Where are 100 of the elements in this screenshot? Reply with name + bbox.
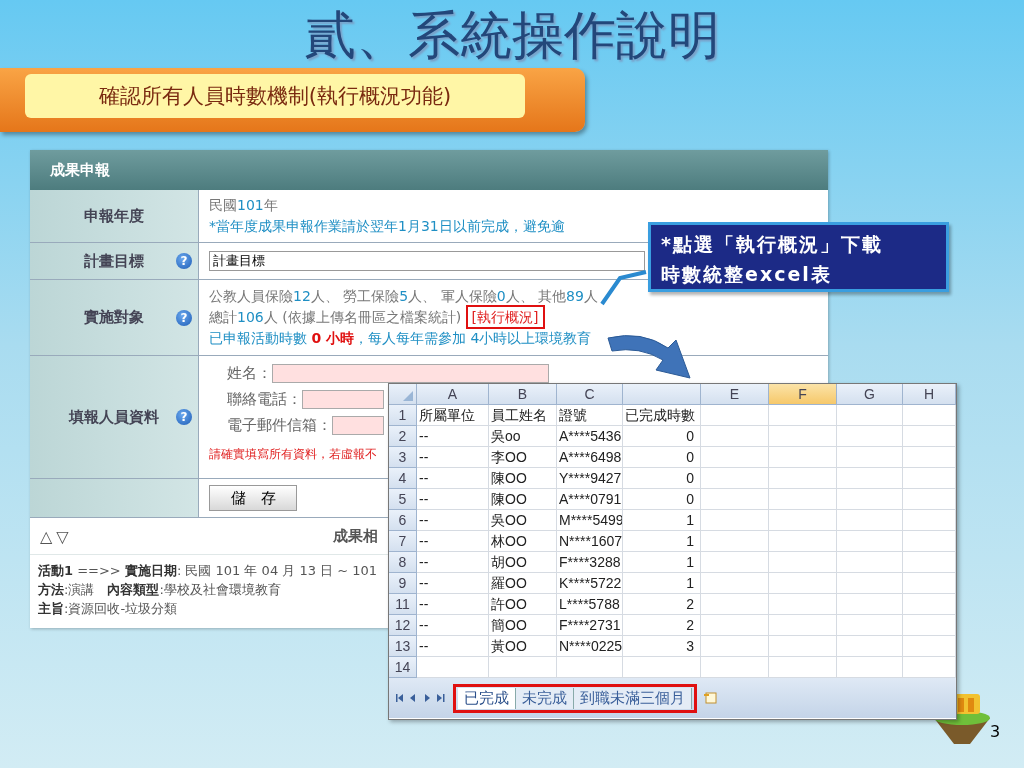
table-cell: 羅OO: [489, 573, 557, 594]
row-label: 實施對象: [84, 308, 144, 327]
table-cell: [837, 405, 903, 426]
row-header[interactable]: 4: [389, 468, 417, 489]
table-cell: 吳oo: [489, 426, 557, 447]
row-header[interactable]: 3: [389, 447, 417, 468]
select-all-corner[interactable]: [389, 384, 417, 405]
table-cell: [701, 594, 769, 615]
table-cell: 許OO: [489, 594, 557, 615]
sheet-tab[interactable]: 未完成: [516, 687, 574, 709]
row-header[interactable]: 1: [389, 405, 417, 426]
column-header[interactable]: F: [769, 384, 837, 405]
column-header[interactable]: C: [557, 384, 623, 405]
table-cell: --: [417, 489, 489, 510]
field-label: 電子郵件信箱：: [227, 415, 332, 435]
table-cell: [903, 636, 956, 657]
subtitle: 確認所有人員時數機制(執行概況功能): [25, 74, 525, 118]
row-header[interactable]: 14: [389, 657, 417, 678]
table-cell: [903, 426, 956, 447]
input-field[interactable]: [332, 415, 384, 435]
table-cell: [701, 510, 769, 531]
row-header[interactable]: 13: [389, 636, 417, 657]
table-cell: [903, 552, 956, 573]
table-cell: 0: [623, 489, 701, 510]
info-text: 總計106人 (依據上傳名冊區之檔案統計) [執行概況]: [209, 307, 818, 328]
table-cell: [769, 447, 837, 468]
field-label: 姓名：: [227, 363, 272, 383]
table-cell: A****6498: [557, 447, 623, 468]
table-cell: 陳OO: [489, 489, 557, 510]
table-cell: [769, 552, 837, 573]
sheet-nav-icon: [395, 692, 447, 704]
row-header[interactable]: 11: [389, 594, 417, 615]
table-cell: L****5788: [557, 594, 623, 615]
column-header[interactable]: [623, 384, 701, 405]
row-header[interactable]: 6: [389, 510, 417, 531]
table-cell: [837, 510, 903, 531]
table-cell: 1: [623, 573, 701, 594]
sort-arrow[interactable]: ▽: [56, 526, 69, 546]
column-header[interactable]: A: [417, 384, 489, 405]
table-cell: Y****9427: [557, 468, 623, 489]
sheet-tab[interactable]: 已完成: [458, 687, 516, 709]
column-header[interactable]: G: [837, 384, 903, 405]
input-field[interactable]: [272, 363, 549, 383]
sort-arrow[interactable]: △: [40, 526, 53, 546]
table-cell: 陳OO: [489, 468, 557, 489]
column-header[interactable]: E: [701, 384, 769, 405]
info-text: 已申報活動時數 0 小時，每人每年需參加 4小時以上環境教育: [209, 329, 593, 348]
goal-input[interactable]: 計畫目標: [209, 251, 645, 271]
table-cell: 已完成時數: [623, 405, 701, 426]
table-cell: [701, 552, 769, 573]
table-cell: [903, 468, 956, 489]
save-button[interactable]: 儲 存: [209, 485, 297, 511]
table-cell: [837, 447, 903, 468]
table-cell: [903, 573, 956, 594]
report-link[interactable]: [執行概況]: [465, 305, 545, 329]
column-header[interactable]: H: [903, 384, 956, 405]
table-cell: [837, 468, 903, 489]
table-cell: N****0225: [557, 636, 623, 657]
input-field[interactable]: [302, 389, 384, 409]
table-cell: [701, 636, 769, 657]
table-cell: 所屬單位: [417, 405, 489, 426]
table-cell: [837, 636, 903, 657]
form-header: 成果申報: [30, 150, 828, 190]
table-cell: [701, 405, 769, 426]
table-cell: [701, 531, 769, 552]
row-header[interactable]: 5: [389, 489, 417, 510]
table-cell: [837, 594, 903, 615]
row-header[interactable]: 8: [389, 552, 417, 573]
table-cell: 0: [623, 468, 701, 489]
row-header[interactable]: 9: [389, 573, 417, 594]
table-cell: --: [417, 552, 489, 573]
info-text: *當年度成果申報作業請於翌年1月31日以前完成，避免逾: [209, 217, 566, 236]
slide-title: 貳、系統操作說明: [304, 4, 720, 67]
table-cell: [837, 552, 903, 573]
sheet-tab[interactable]: 到職未滿三個月: [574, 687, 692, 709]
table-cell: --: [417, 573, 489, 594]
table-cell: [837, 531, 903, 552]
table-cell: [903, 615, 956, 636]
column-header[interactable]: B: [489, 384, 557, 405]
table-cell: [769, 468, 837, 489]
table-cell: --: [417, 615, 489, 636]
table-cell: [837, 573, 903, 594]
row-header[interactable]: 2: [389, 426, 417, 447]
table-cell: [903, 489, 956, 510]
table-cell: K****5722: [557, 573, 623, 594]
callout-text: *點選「執行概況」下載: [661, 232, 884, 257]
section-title: 成果相: [333, 526, 378, 546]
table-cell: [769, 573, 837, 594]
table-cell: [837, 489, 903, 510]
table-cell: A****0791: [557, 489, 623, 510]
activity-text: 主旨:資源回收-垃圾分類: [38, 600, 178, 618]
table-cell: [701, 615, 769, 636]
activity-text: 方法:演講 內容類型:學校及社會環境教育: [38, 581, 281, 599]
table-cell: [769, 510, 837, 531]
table-cell: 1: [623, 531, 701, 552]
table-cell: 1: [623, 510, 701, 531]
warning-text: 請確實填寫所有資料，若虛報不: [209, 446, 377, 463]
row-header[interactable]: 12: [389, 615, 417, 636]
row-header[interactable]: 7: [389, 531, 417, 552]
table-cell: [903, 594, 956, 615]
